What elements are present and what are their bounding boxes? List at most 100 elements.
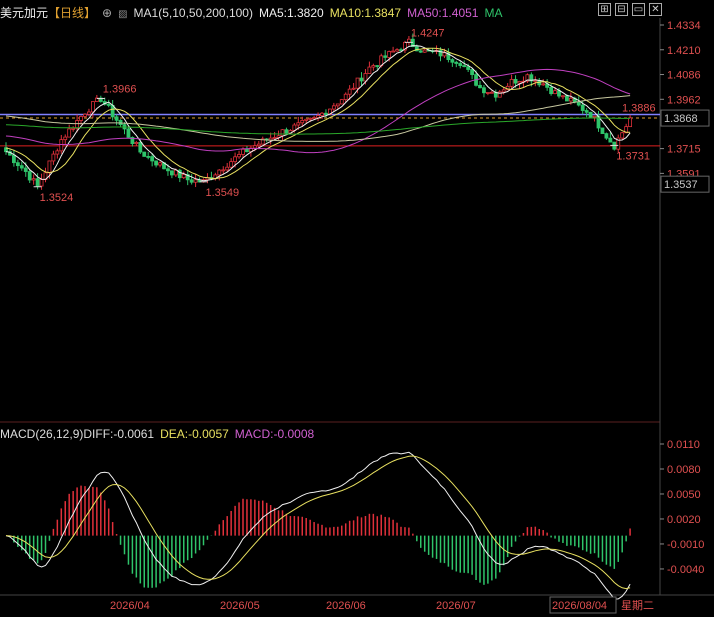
macd-tick-label: -0.0040 bbox=[667, 564, 704, 576]
candle-body bbox=[367, 66, 372, 74]
candle-body bbox=[580, 104, 585, 111]
candle-body bbox=[15, 162, 20, 167]
annotation-low: 1.3524 bbox=[40, 192, 74, 204]
candle-body bbox=[11, 154, 16, 164]
candle-body bbox=[138, 142, 143, 153]
candle-body bbox=[221, 169, 226, 172]
candle-body bbox=[252, 145, 257, 149]
weekday-label: 星期二 bbox=[621, 599, 654, 612]
candle-body bbox=[169, 170, 174, 176]
candle-body bbox=[391, 50, 396, 53]
candle-body bbox=[91, 101, 95, 113]
candle-body bbox=[245, 148, 249, 153]
candle-body bbox=[485, 92, 490, 94]
macd-dea-line bbox=[5, 455, 631, 590]
candle-body bbox=[470, 69, 475, 75]
price-chart[interactable]: 1.43341.42101.40861.39621.37151.35910.01… bbox=[0, 0, 714, 617]
candle-body bbox=[47, 160, 52, 174]
cursor-date-label: 2026/08/04 bbox=[552, 600, 607, 612]
candle-body bbox=[280, 129, 285, 137]
candle-body bbox=[466, 66, 471, 70]
candle-body bbox=[482, 87, 486, 94]
candle-body bbox=[324, 112, 328, 115]
candle-body bbox=[308, 117, 313, 120]
x-tick-label: 2026/04 bbox=[110, 600, 150, 612]
candle-body bbox=[150, 156, 155, 162]
candle-body bbox=[553, 90, 557, 95]
candle-body bbox=[35, 178, 40, 187]
candle-body bbox=[284, 129, 289, 134]
candle-body bbox=[371, 65, 376, 68]
candle-body bbox=[517, 80, 522, 84]
candle-body bbox=[351, 87, 356, 90]
candle-body bbox=[363, 73, 368, 82]
macd-histogram bbox=[9, 485, 631, 588]
candle-body bbox=[19, 165, 24, 169]
candle-body bbox=[418, 50, 423, 53]
candle-body bbox=[387, 51, 392, 58]
candle-body bbox=[458, 63, 463, 66]
candle-body bbox=[87, 111, 91, 115]
candle-body bbox=[478, 84, 482, 89]
annotation-low: 1.3549 bbox=[206, 187, 240, 199]
macd-tick-label: 0.0110 bbox=[667, 439, 700, 451]
annotation-low: 1.3731 bbox=[616, 150, 650, 162]
candle-body bbox=[23, 167, 28, 172]
candle-body bbox=[193, 179, 198, 183]
candle-body bbox=[422, 49, 427, 53]
candle-body bbox=[241, 148, 245, 155]
low-marker-label: 1.3537 bbox=[664, 179, 698, 191]
macd-tick-label: 0.0080 bbox=[667, 464, 701, 476]
candle-body bbox=[189, 179, 194, 183]
candle-body bbox=[565, 95, 569, 102]
candle-body bbox=[592, 115, 597, 118]
candle-body bbox=[237, 154, 241, 158]
price-tick-label: 1.3962 bbox=[667, 94, 701, 106]
candle-body bbox=[509, 78, 514, 87]
candle-body bbox=[55, 150, 60, 155]
candle-body bbox=[375, 65, 380, 67]
candle-body bbox=[331, 105, 336, 110]
candle-body bbox=[67, 128, 72, 138]
candle-body bbox=[256, 143, 261, 147]
candle-body bbox=[114, 116, 119, 121]
candle-body bbox=[335, 103, 340, 107]
candle-body bbox=[233, 156, 238, 163]
candle-body bbox=[489, 91, 494, 94]
candle-body bbox=[355, 77, 360, 89]
candle-body bbox=[83, 113, 87, 117]
candle-body bbox=[39, 179, 44, 187]
candle-body bbox=[154, 160, 159, 166]
annotation-high: 1.4247 bbox=[411, 27, 445, 39]
candle-body bbox=[588, 111, 593, 118]
price-tick-label: 1.3715 bbox=[667, 144, 701, 156]
candle-body bbox=[134, 142, 139, 144]
resistance-line-label: 1.3886 bbox=[622, 102, 656, 114]
candle-body bbox=[296, 122, 301, 126]
candle-body bbox=[454, 61, 459, 64]
candle-body bbox=[561, 95, 565, 98]
current-price-label: 1.3868 bbox=[664, 113, 698, 125]
candle-body bbox=[158, 162, 162, 166]
candle-body bbox=[304, 118, 309, 121]
candle-body bbox=[59, 139, 64, 152]
candle-body bbox=[312, 117, 317, 120]
candle-body bbox=[110, 105, 115, 118]
macd-tick-label: -0.0010 bbox=[667, 539, 704, 551]
x-tick-label: 2026/07 bbox=[436, 600, 476, 612]
x-tick-label: 2026/05 bbox=[220, 600, 260, 612]
candle-body bbox=[533, 80, 538, 82]
candle-body bbox=[75, 120, 79, 129]
candle-body bbox=[217, 169, 222, 176]
candle-body bbox=[549, 86, 553, 95]
candle-body bbox=[27, 171, 32, 181]
candle-body bbox=[620, 132, 625, 139]
candle-body bbox=[513, 78, 518, 84]
candle-body bbox=[576, 101, 581, 106]
candle-body bbox=[225, 166, 230, 171]
candle-body bbox=[146, 156, 151, 158]
candle-body bbox=[79, 116, 83, 121]
candle-body bbox=[272, 137, 277, 139]
macd-tick-label: 0.0050 bbox=[667, 489, 701, 501]
candle-body bbox=[450, 59, 455, 63]
